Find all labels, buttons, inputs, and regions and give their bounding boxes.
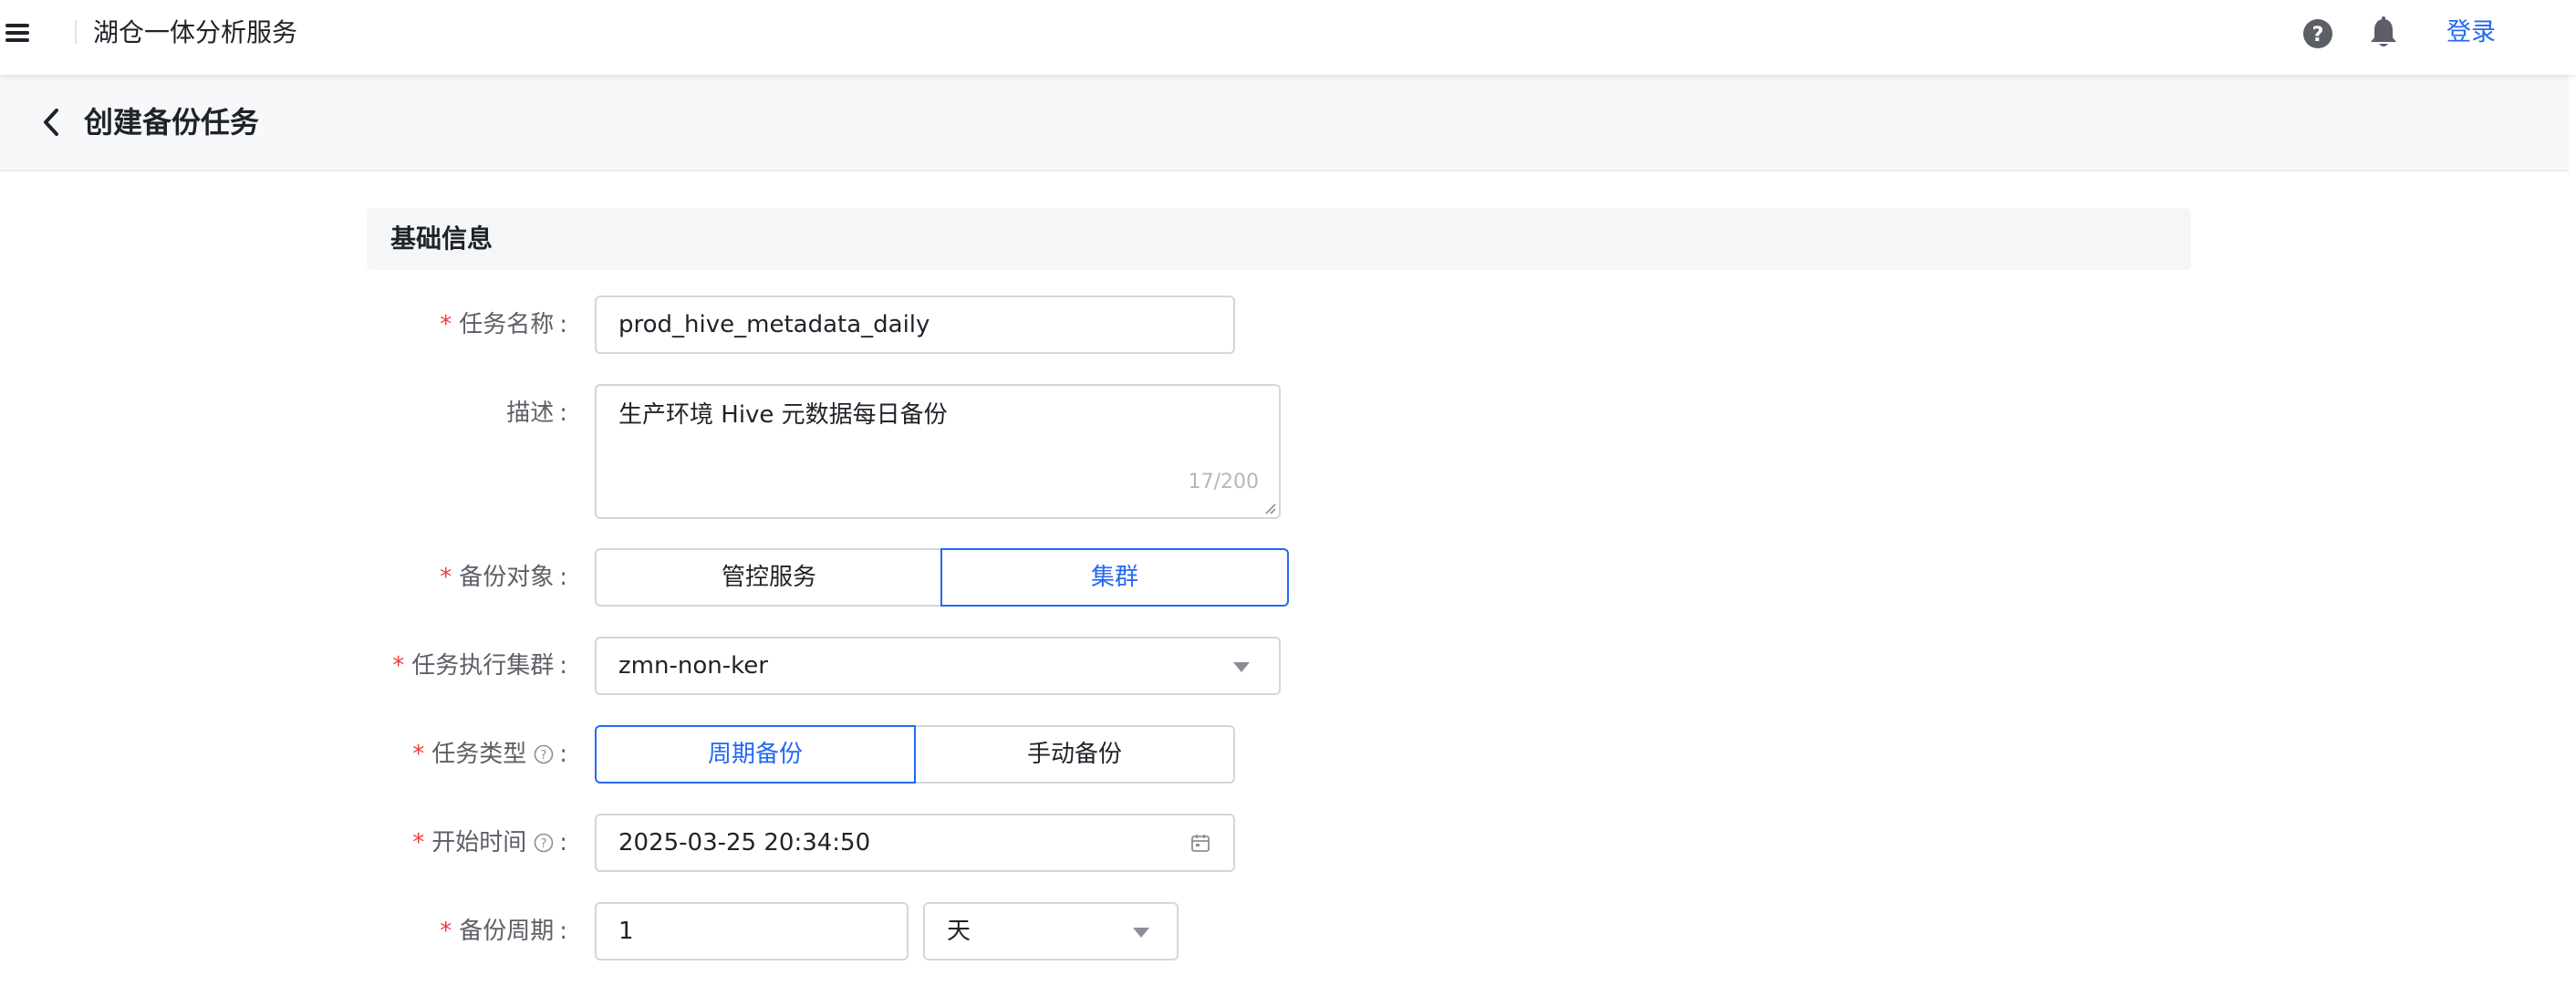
description-textarea[interactable]: 生产环境 Hive 元数据每日备份 17/200 [595,384,1281,519]
svg-text:?: ? [541,749,547,763]
login-link[interactable]: 登录 [2446,15,2496,51]
backup-target-label: * 备份对象: [440,564,567,591]
char-counter: 17/200 [1188,471,1259,493]
required-mark: * [440,918,452,945]
help-icon[interactable]: ? [2302,18,2333,49]
task-name-label: * 任务名称: [440,311,567,338]
description-value: 生产环境 Hive 元数据每日备份 [618,401,948,429]
start-time-picker[interactable]: 2025-03-25 20:34:50 [595,814,1235,872]
page-header: 创建备份任务 [0,75,2569,171]
task-type-option-manual[interactable]: 手动备份 [914,725,1235,784]
section-header: 基础信息 [367,208,2191,270]
backup-period-value: 1 [618,918,634,945]
backup-period-unit-value: 天 [947,918,971,945]
start-time-value: 2025-03-25 20:34:50 [618,829,871,856]
svg-text:?: ? [2312,24,2324,47]
nav-divider [75,20,77,44]
question-circle-icon[interactable]: ? [534,744,554,764]
chevron-down-icon [1233,662,1250,672]
start-time-label: * 开始时间?: [412,829,567,856]
calendar-icon[interactable] [1189,832,1211,854]
page-title: 创建备份任务 [84,105,260,140]
resize-handle-icon[interactable] [1264,503,1277,515]
task-name-input[interactable]: prod_hive_metadata_daily [595,296,1235,354]
required-mark: * [392,652,405,680]
backup-period-label: * 备份周期: [440,918,567,945]
question-circle-icon[interactable]: ? [534,833,554,853]
task-name-value: prod_hive_metadata_daily [618,311,930,338]
top-nav-bar: 湖仓一体分析服务 ? 登录 [0,0,2576,75]
required-mark: * [412,829,425,856]
required-mark: * [412,741,425,768]
exec-cluster-select[interactable]: zmn-non-ker [595,637,1281,695]
exec-cluster-value: zmn-non-ker [618,652,768,680]
task-type-label: * 任务类型?: [412,741,567,768]
app-title: 湖仓一体分析服务 [93,17,298,47]
required-mark: * [440,311,452,338]
svg-text:?: ? [541,837,547,851]
bell-icon[interactable] [2368,16,2399,49]
chevron-down-icon [1133,928,1149,938]
backup-target-option-cluster[interactable]: 集群 [940,548,1289,607]
required-mark: * [440,564,452,591]
backup-period-input[interactable]: 1 [595,902,909,960]
description-label: 描述: [506,400,567,427]
section-title: 基础信息 [390,223,493,254]
menu-icon[interactable] [5,22,31,44]
back-arrow-icon[interactable] [38,107,64,138]
exec-cluster-label: * 任务执行集群: [392,652,567,680]
backup-target-option-service[interactable]: 管控服务 [595,548,943,607]
task-type-option-periodic[interactable]: 周期备份 [595,725,916,784]
backup-period-unit-select[interactable]: 天 [923,902,1179,960]
